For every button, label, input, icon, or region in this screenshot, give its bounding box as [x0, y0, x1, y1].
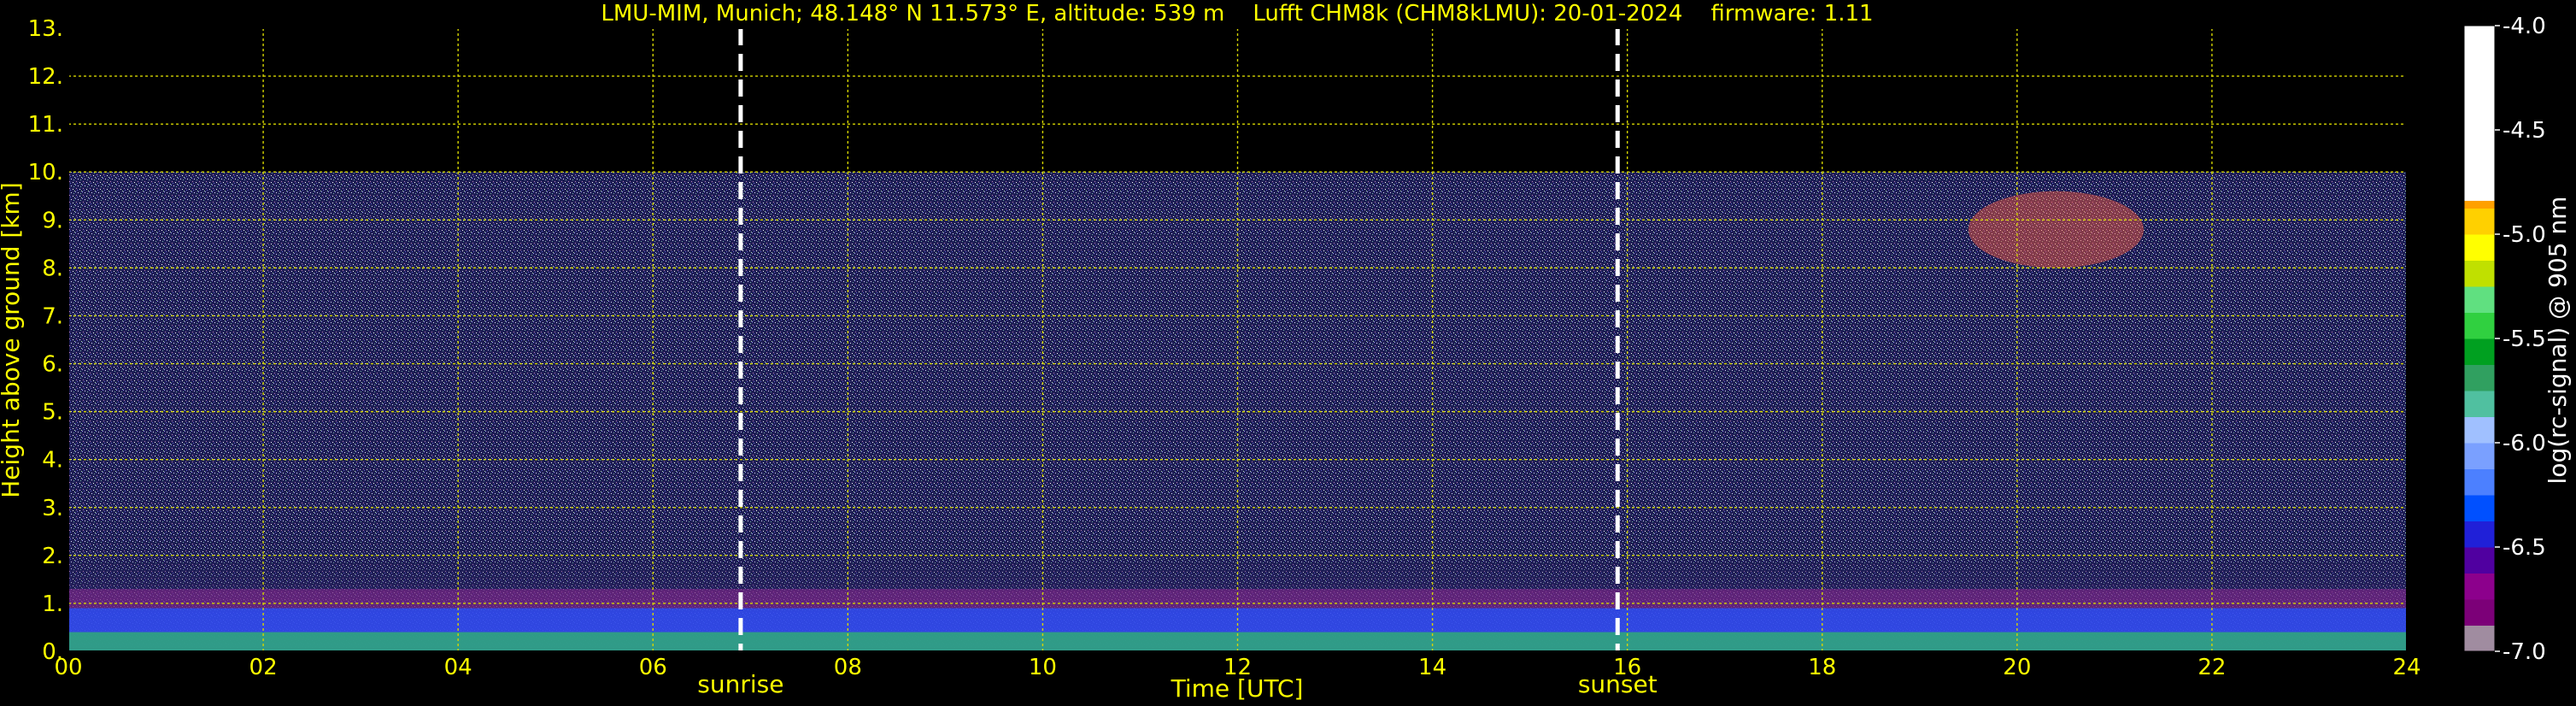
colorbar-tick-label: -6.5 [2503, 535, 2546, 561]
chart-title: LMU-MIM, Munich; 48.148° N 11.573° E, al… [601, 1, 1873, 26]
y-tick-label: 3. [42, 496, 63, 521]
colorbar-segment [2464, 312, 2495, 339]
y-tick-label: 1. [42, 591, 63, 617]
colorbar-segment [2464, 338, 2495, 365]
y-tick-label: 8. [42, 256, 63, 281]
colorbar-tick-label: -4.0 [2503, 14, 2546, 39]
colorbar-segment [2464, 573, 2495, 600]
x-tick-label: 24 [2392, 655, 2421, 680]
colorbar-segment [2464, 625, 2495, 652]
colorbar-segment [2464, 443, 2495, 469]
x-tick-label: 22 [2198, 655, 2226, 680]
x-tick-label: 00 [54, 655, 82, 680]
y-tick-label: 5. [42, 400, 63, 426]
y-tick-label: 9. [42, 208, 63, 233]
x-tick-label: 10 [1029, 655, 1057, 680]
layer-cloud [1968, 191, 2145, 268]
colorbar-segment [2464, 260, 2495, 287]
colorbar-segment [2464, 208, 2495, 235]
x-axis-label: Time [UTC] [1171, 674, 1304, 703]
colorbar-segment [2464, 547, 2495, 574]
y-axis-ticks: 0.1.2.3.4.5.6.7.8.9.10.11.12.13. [28, 16, 63, 665]
colorbar-segment [2464, 521, 2495, 548]
y-axis-label: Height above ground [km] [0, 182, 25, 498]
y-tick-label: 6. [42, 352, 63, 378]
x-tick-label: 04 [444, 655, 472, 680]
colorbar-label: log(rc-signal) @ 905 nm [2544, 197, 2572, 485]
x-tick-label: 14 [1418, 655, 1446, 680]
sunrise-label: sunrise [697, 670, 783, 698]
colorbar-tick-label: -5.0 [2503, 222, 2546, 248]
colorbar-segment [2464, 286, 2495, 313]
colorbar [2463, 25, 2496, 652]
y-tick-label: 4. [42, 448, 63, 474]
colorbar-segment [2464, 468, 2495, 496]
colorbar-segment [2464, 26, 2495, 201]
colorbar-segment [2464, 599, 2495, 626]
x-tick-label: 08 [834, 655, 862, 680]
colorbar-segment [2464, 364, 2495, 391]
x-tick-label: 20 [2003, 655, 2031, 680]
colorbar-tick-label: -7.0 [2503, 639, 2546, 665]
colorbar-tick-label: -4.5 [2503, 118, 2546, 144]
x-tick-label: 18 [1808, 655, 1836, 680]
sunset-label: sunset [1578, 670, 1658, 698]
y-tick-label: 7. [42, 303, 63, 329]
y-tick-label: 11. [28, 112, 63, 138]
colorbar-ticks: -4.0 -4.5 -5.0 -5.5 -6.0 -6.5 -7.0 [2495, 14, 2546, 665]
colorbar-segment [2464, 391, 2495, 417]
x-tick-label: 02 [249, 655, 278, 680]
colorbar-tick-label: -5.5 [2503, 327, 2546, 352]
y-tick-label: 2. [42, 544, 63, 569]
colorbar-segment [2464, 416, 2495, 444]
y-tick-label: 12. [28, 64, 63, 90]
x-tick-label: 06 [639, 655, 667, 680]
colorbar-segment [2464, 495, 2495, 521]
colorbar-segment [2464, 234, 2495, 261]
colorbar-tick-label: -6.0 [2503, 431, 2546, 456]
y-tick-label: 13. [28, 16, 63, 42]
ceilometer-chart: 0.1.2.3.4.5.6.7.8.9.10.11.12.13. 00 02 04 0… [0, 1, 2572, 703]
plot-area [67, 27, 2408, 652]
y-tick-label: 10. [28, 160, 63, 185]
